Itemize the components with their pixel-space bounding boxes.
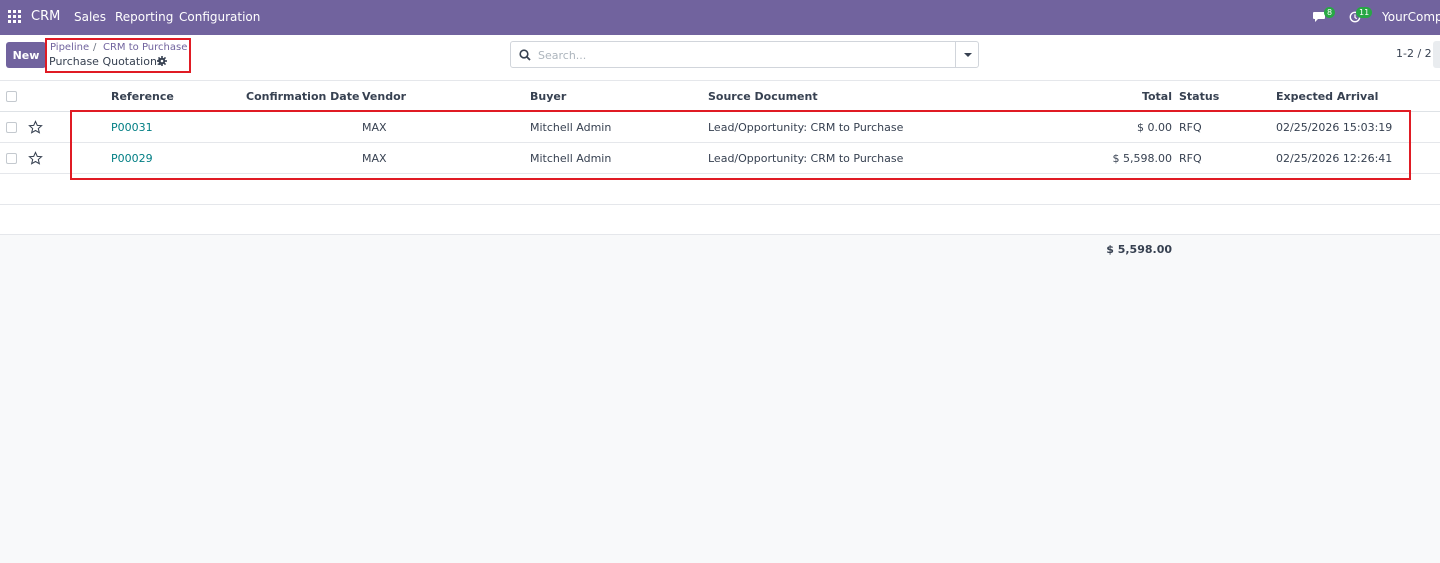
breadcrumb-crm-to-purchase[interactable]: CRM to Purchase [103,42,187,53]
breadcrumb-separator: / [93,42,97,53]
col-buyer[interactable]: Buyer [530,90,566,103]
menu-reporting[interactable]: Reporting [115,10,173,24]
menu-sales[interactable]: Sales [74,10,106,24]
col-status[interactable]: Status [1179,90,1219,103]
empty-row [0,175,1440,205]
col-reference[interactable]: Reference [111,90,174,103]
messages-badge: 8 [1324,7,1336,18]
col-total[interactable]: Total [1142,90,1172,103]
new-button[interactable]: New [6,42,46,68]
row-checkbox[interactable] [6,122,17,133]
col-source-document[interactable]: Source Document [708,90,818,103]
pager-value[interactable]: 1-2 / 2 [1396,47,1432,60]
empty-row [0,205,1440,235]
search-icon [519,49,531,61]
company-switcher[interactable]: YourCompa [1382,10,1440,24]
breadcrumb-current: Purchase Quotations [49,55,163,68]
search-box [510,41,979,68]
col-expected-arrival[interactable]: Expected Arrival [1276,90,1378,103]
control-panel: New Pipeline / CRM to Purchase Purchase … [0,35,1440,81]
table-header: Reference Confirmation Date Vendor Buyer… [0,81,1440,112]
breadcrumb-pipeline[interactable]: Pipeline [50,42,89,53]
table-footer [0,235,1440,563]
total-sum: $ 5,598.00 [1106,243,1172,256]
select-all-checkbox[interactable] [6,91,17,102]
caret-down-icon [964,53,972,57]
search-input[interactable] [538,46,948,64]
pager-previous-button[interactable] [1433,41,1440,68]
search-options-toggle[interactable] [955,42,978,67]
col-vendor[interactable]: Vendor [362,90,406,103]
gear-icon[interactable] [157,56,167,66]
col-confirmation-date[interactable]: Confirmation Date [246,90,359,103]
menu-configuration[interactable]: Configuration [179,10,260,24]
row-checkbox[interactable] [6,153,17,164]
star-icon[interactable] [28,120,43,135]
top-navbar: CRM Sales Reporting Configuration 8 11 Y… [0,0,1440,35]
app-brand[interactable]: CRM [31,9,60,24]
rows-highlight [70,110,1411,180]
apps-grid-icon[interactable] [8,10,21,23]
activities-badge: 11 [1356,7,1373,18]
star-icon[interactable] [28,151,43,166]
